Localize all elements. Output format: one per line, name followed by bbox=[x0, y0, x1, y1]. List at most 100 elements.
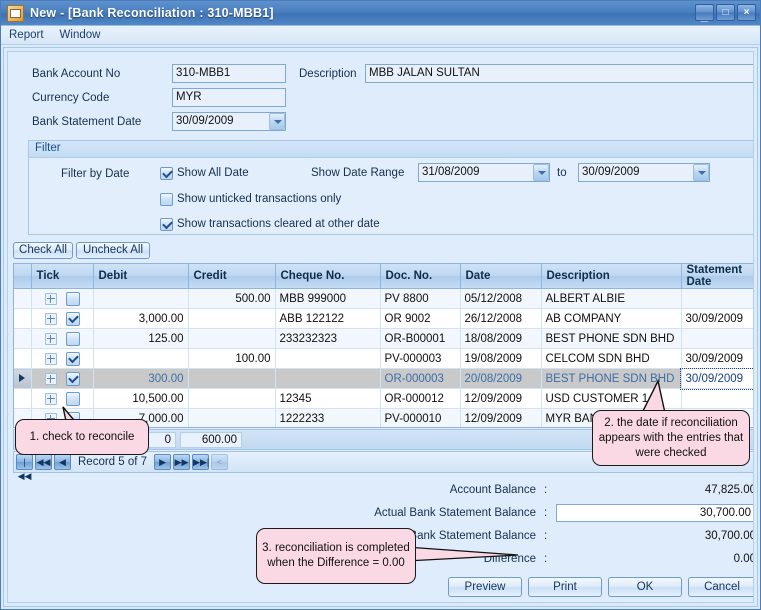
cell-debit[interactable]: 10,500.00 bbox=[93, 388, 189, 409]
row-tick-checkbox[interactable] bbox=[65, 311, 80, 326]
cell-credit[interactable] bbox=[188, 368, 276, 389]
date-to-dropdown-icon[interactable] bbox=[693, 164, 709, 181]
cell-description[interactable]: CELCOM SDN BHD bbox=[541, 348, 682, 369]
table-row[interactable]: 500.00 MBB 999000 PV 8800 05/12/2008 ALBERT … bbox=[14, 288, 753, 309]
row-indicator[interactable] bbox=[14, 328, 32, 349]
ok-button[interactable]: OK bbox=[608, 577, 682, 597]
row-indicator[interactable] bbox=[14, 348, 32, 369]
maximize-button[interactable]: □ bbox=[716, 4, 735, 21]
nav-extra-button[interactable]: < bbox=[211, 454, 229, 470]
row-tick-checkbox[interactable] bbox=[65, 331, 80, 346]
cell-debit[interactable]: 125.00 bbox=[93, 328, 189, 349]
row-indicator[interactable] bbox=[14, 368, 32, 389]
cell-doc-no[interactable]: PV 8800 bbox=[380, 288, 461, 309]
date-from-dropdown-icon[interactable] bbox=[533, 164, 549, 181]
currency-code-field[interactable]: MYR bbox=[172, 88, 286, 107]
nav-next-button[interactable]: ▶ bbox=[154, 454, 172, 470]
cell-doc-no[interactable]: PV-000003 bbox=[380, 348, 461, 369]
row-tick-cell[interactable] bbox=[31, 308, 94, 329]
nav-first-button[interactable]: |◀◀ bbox=[16, 454, 33, 481]
bank-account-no-field[interactable]: 310-MBB1 bbox=[172, 64, 286, 83]
actual-bank-statement-balance-input[interactable]: 30,700.00 bbox=[556, 504, 753, 522]
cell-statement-date[interactable]: 30/09/2009 bbox=[680, 367, 753, 390]
cell-statement-date[interactable] bbox=[681, 328, 753, 349]
column-description[interactable]: Description bbox=[541, 264, 682, 289]
cell-credit[interactable] bbox=[188, 408, 276, 427]
nav-prev-button[interactable]: ◀ bbox=[54, 454, 71, 470]
cell-cheque-no[interactable]: MBB 999000 bbox=[275, 288, 381, 309]
show-all-date-checkbox[interactable] bbox=[160, 167, 173, 180]
cell-cheque-no[interactable]: 12345 bbox=[275, 388, 381, 409]
row-tick-cell[interactable] bbox=[31, 368, 94, 389]
cell-cheque-no[interactable] bbox=[275, 368, 381, 389]
cell-date[interactable]: 26/12/2008 bbox=[460, 308, 542, 329]
column-tick[interactable]: Tick bbox=[31, 264, 94, 289]
cancel-button[interactable]: Cancel bbox=[688, 577, 753, 597]
description-field[interactable]: MBB JALAN SULTAN bbox=[365, 64, 753, 83]
cell-cheque-no[interactable]: 233232323 bbox=[275, 328, 381, 349]
column-statement-date[interactable]: Statement Date bbox=[681, 264, 753, 289]
cell-statement-date[interactable] bbox=[681, 388, 753, 409]
expand-plus-icon[interactable] bbox=[44, 292, 57, 305]
row-tick-checkbox[interactable] bbox=[65, 371, 80, 386]
cell-description[interactable]: AB COMPANY bbox=[541, 308, 682, 329]
nav-next-page-button[interactable]: ▶▶ bbox=[173, 454, 191, 470]
cell-cheque-no[interactable]: 1222233 bbox=[275, 408, 381, 427]
row-indicator[interactable] bbox=[14, 308, 32, 329]
bank-statement-date-dropdown-icon[interactable] bbox=[269, 113, 285, 130]
column-credit[interactable]: Credit bbox=[188, 264, 276, 289]
column-doc-no[interactable]: Doc. No. bbox=[380, 264, 461, 289]
cell-credit[interactable]: 500.00 bbox=[188, 288, 276, 309]
show-unticked-checkbox[interactable] bbox=[160, 193, 173, 206]
row-tick-cell[interactable] bbox=[31, 348, 94, 369]
show-all-date-label[interactable]: Show All Date bbox=[177, 167, 249, 179]
cell-debit[interactable]: 300.00 bbox=[93, 368, 189, 389]
close-button[interactable]: × bbox=[737, 4, 756, 21]
show-cleared-checkbox[interactable] bbox=[160, 218, 173, 231]
cell-debit[interactable] bbox=[93, 288, 189, 309]
row-tick-cell[interactable] bbox=[31, 288, 94, 309]
cell-description[interactable]: BEST PHONE SDN BHD bbox=[541, 328, 682, 349]
cell-date[interactable]: 12/09/2009 bbox=[460, 388, 542, 409]
row-tick-cell[interactable] bbox=[31, 328, 94, 349]
cell-cheque-no[interactable] bbox=[275, 348, 381, 369]
cell-date[interactable]: 12/09/2009 bbox=[460, 408, 542, 427]
cell-debit[interactable] bbox=[93, 348, 189, 369]
cell-doc-no[interactable]: OR 9002 bbox=[380, 308, 461, 329]
column-debit[interactable]: Debit bbox=[93, 264, 189, 289]
column-cheque-no[interactable]: Cheque No. bbox=[275, 264, 381, 289]
row-indicator[interactable] bbox=[14, 288, 32, 309]
date-range-from-field[interactable]: 31/08/2009 bbox=[418, 163, 550, 182]
expand-plus-icon[interactable] bbox=[44, 352, 57, 365]
menu-item-report[interactable]: Report bbox=[9, 29, 44, 41]
show-cleared-label[interactable]: Show transactions cleared at other date bbox=[177, 218, 380, 230]
minimize-button[interactable]: _ bbox=[695, 4, 714, 22]
uncheck-all-button[interactable]: Uncheck All bbox=[76, 242, 150, 259]
cell-date[interactable]: 19/08/2009 bbox=[460, 348, 542, 369]
nav-prev-page-button[interactable]: ◀◀ bbox=[35, 454, 52, 470]
cell-description[interactable]: ALBERT ALBIE bbox=[541, 288, 682, 309]
cell-doc-no[interactable]: PV-000010 bbox=[380, 408, 461, 427]
cell-credit[interactable] bbox=[188, 308, 276, 329]
menu-item-window[interactable]: Window bbox=[60, 29, 101, 41]
show-unticked-label[interactable]: Show unticked transactions only bbox=[177, 193, 341, 205]
cell-doc-no[interactable]: OR-B00001 bbox=[380, 328, 461, 349]
expand-plus-icon[interactable] bbox=[44, 312, 57, 325]
table-row[interactable]: 100.00 PV-000003 19/08/2009 CELCOM SDN BHD 3… bbox=[14, 348, 753, 369]
cell-statement-date[interactable]: 30/09/2009 bbox=[681, 348, 753, 369]
cell-credit[interactable]: 100.00 bbox=[188, 348, 276, 369]
print-button[interactable]: Print bbox=[528, 577, 602, 597]
cell-doc-no[interactable]: OR-000012 bbox=[380, 388, 461, 409]
cell-credit[interactable] bbox=[188, 328, 276, 349]
expand-plus-icon[interactable] bbox=[44, 332, 57, 345]
cell-date[interactable]: 20/08/2009 bbox=[460, 368, 542, 389]
nav-last-button[interactable]: ▶▶| bbox=[192, 454, 209, 470]
cell-date[interactable]: 05/12/2008 bbox=[460, 288, 542, 309]
cell-date[interactable]: 18/08/2009 bbox=[460, 328, 542, 349]
cell-credit[interactable] bbox=[188, 388, 276, 409]
table-row[interactable]: 125.00 233232323 OR-B00001 18/08/2009 BEST P… bbox=[14, 328, 753, 349]
check-all-button[interactable]: Check All bbox=[13, 242, 73, 259]
date-range-to-field[interactable]: 30/09/2009 bbox=[578, 163, 710, 182]
expand-plus-icon[interactable] bbox=[44, 372, 57, 385]
row-tick-checkbox[interactable] bbox=[65, 291, 80, 306]
